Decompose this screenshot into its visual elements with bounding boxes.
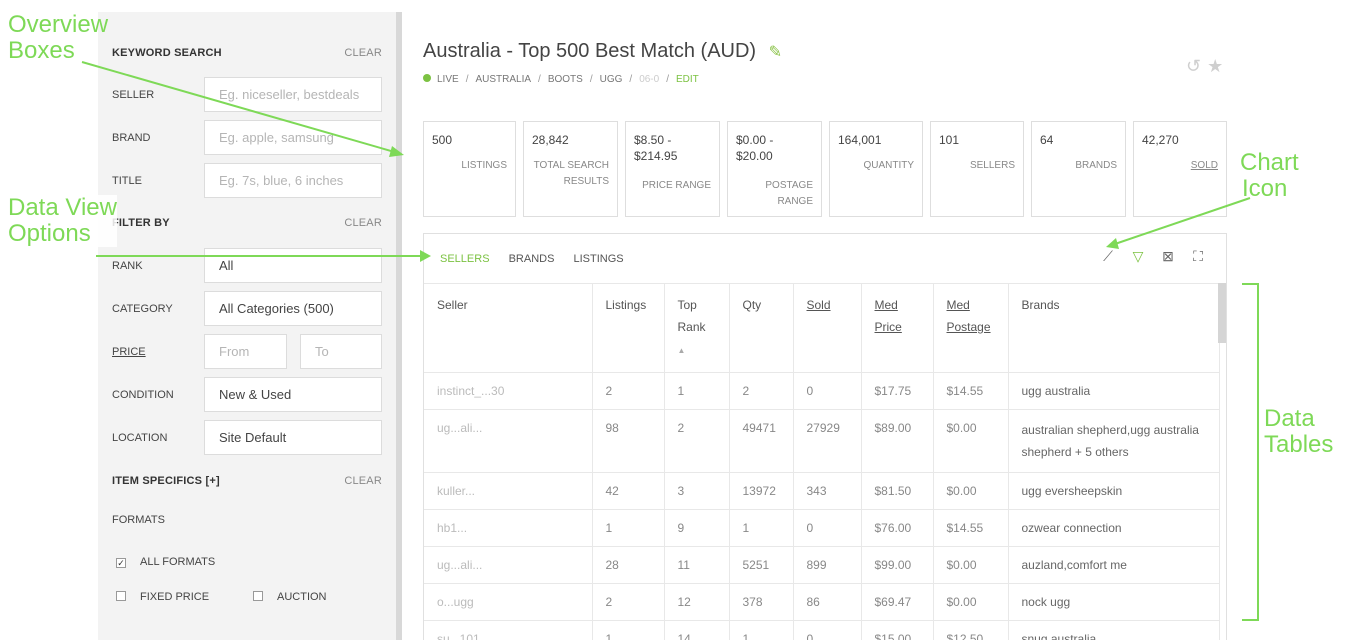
arrowhead-chart-icon bbox=[1106, 238, 1119, 249]
annotation-arrows bbox=[81, 61, 1259, 621]
arrowhead-overview bbox=[389, 146, 404, 157]
arrowhead-data-view bbox=[420, 250, 431, 262]
arrow-overview bbox=[81, 61, 399, 154]
arrow-chart-icon bbox=[1111, 197, 1251, 246]
bracket-data-tables bbox=[1242, 283, 1259, 621]
